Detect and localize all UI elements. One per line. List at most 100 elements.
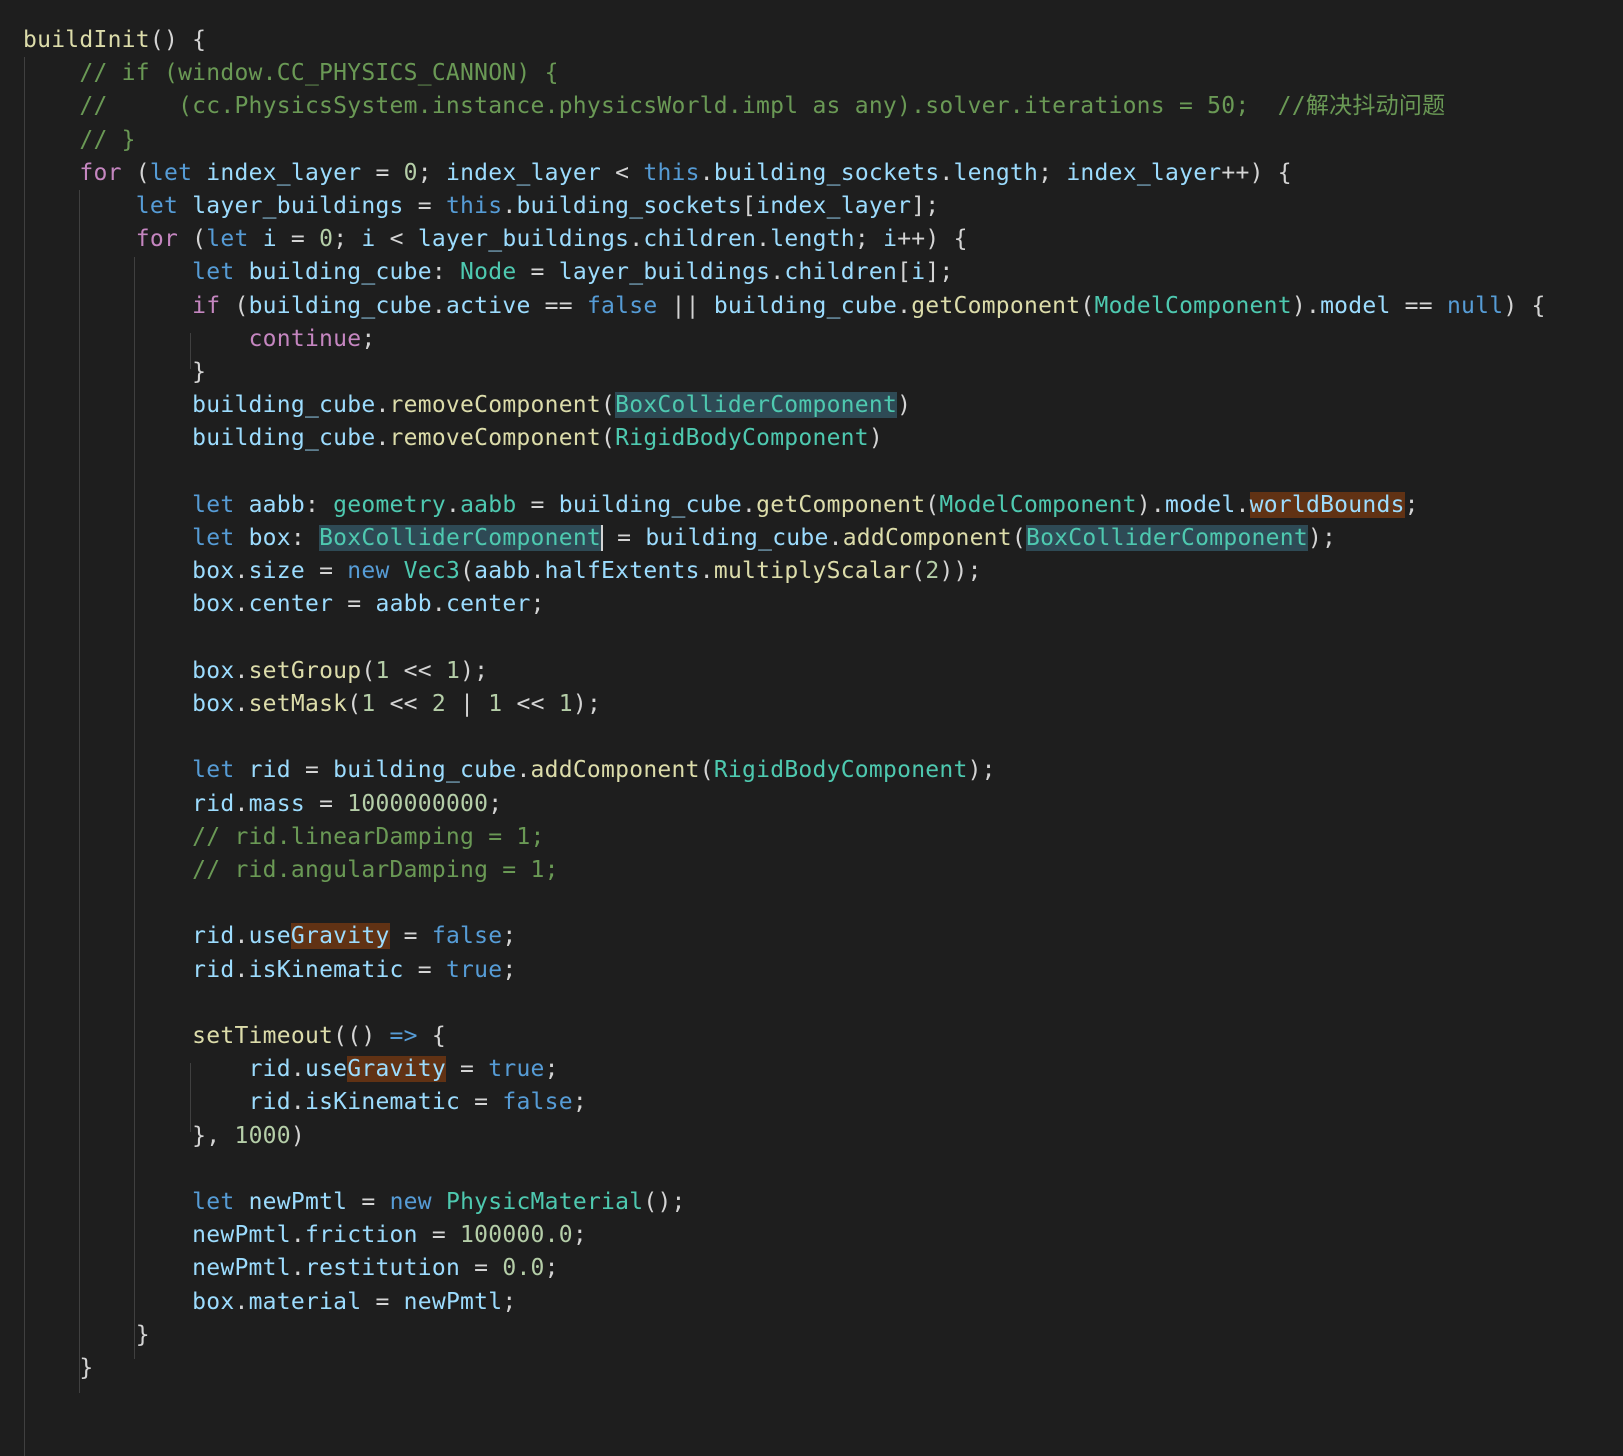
punctuation-token: . [234,956,249,983]
comment-token: // rid.angularDamping = 1; [192,857,559,883]
code-line[interactable]: rid.isKinematic = false; [0,1085,1623,1119]
punctuation-token: << [389,657,446,684]
code-line[interactable]: let newPmtl = new PhysicMaterial(); [0,1185,1623,1219]
code-line[interactable] [0,986,1623,1020]
code-line[interactable]: setTimeout(() => { [0,1019,1623,1053]
number-token: 100000.0 [460,1222,573,1249]
punctuation-token: ; [361,325,376,352]
storage-keyword-token: let [192,1189,235,1215]
identifier-token: building_cube [248,259,432,286]
identifier-token: rid [248,1089,291,1116]
code-line[interactable]: rid.isKinematic = true; [0,953,1623,987]
number-token: 1000000000 [347,790,489,817]
punctuation-token: ( [361,657,376,684]
identifier-token: use [248,923,291,950]
storage-keyword-token: let [192,259,235,286]
punctuation-token [23,60,79,86]
code-line[interactable]: let building_cube: Node = layer_building… [0,255,1623,289]
punctuation-token: : [304,491,334,518]
comment-token: // (cc.PhysicsSystem.instance.physicsWor… [79,93,1446,120]
code-line[interactable]: }, 1000) [0,1119,1623,1153]
code-line[interactable]: } [0,1351,1623,1385]
punctuation-token: . [234,591,249,618]
punctuation-token: . [742,491,757,518]
identifier-token: box [192,657,235,684]
identifier-token: friction [304,1222,418,1249]
punctuation-token: . [290,1089,305,1116]
code-line[interactable]: buildInit() { [0,23,1623,57]
punctuation-token [23,658,192,684]
punctuation-token: = [403,193,446,219]
storage-keyword-token: new [347,558,390,585]
identifier-token: active [445,292,531,319]
code-line[interactable]: continue; [0,322,1623,356]
identifier-token: building_sockets [713,159,940,186]
storage-keyword-token: let [192,525,235,551]
code-line[interactable]: // (cc.PhysicsSystem.instance.physicsWor… [0,89,1623,123]
code-line[interactable]: // if (window.CC_PHYSICS_CANNON) { [0,56,1623,90]
code-line[interactable]: } [0,1318,1623,1352]
type-token: RigidBodyComponent [615,425,869,452]
code-line[interactable]: rid.useGravity = false; [0,919,1623,953]
punctuation-token: ( [601,392,616,419]
punctuation-token: . [828,525,843,551]
code-line[interactable]: box.material = newPmtl; [0,1285,1623,1319]
punctuation-token: ); [572,691,602,717]
code-line[interactable]: box.setMask(1 << 2 | 1 << 1); [0,687,1623,721]
code-line[interactable]: let aabb: geometry.aabb = building_cube.… [0,488,1623,522]
code-line[interactable]: box.size = new Vec3(aabb.halfExtents.mul… [0,554,1623,588]
code-line[interactable]: if (building_cube.active == false || bui… [0,289,1623,323]
code-line[interactable]: box.setGroup(1 << 1); [0,654,1623,688]
identifier-token: i [361,226,376,253]
code-line[interactable]: box.center = aabb.center; [0,587,1623,621]
code-line[interactable]: for (let i = 0; i < layer_buildings.chil… [0,222,1623,256]
punctuation-token: = [276,226,320,253]
number-token: 1 [375,657,390,684]
punctuation-token [23,326,249,352]
code-line[interactable]: building_cube.removeComponent(BoxCollide… [0,388,1623,422]
punctuation-token: . [431,292,446,319]
number-token: 1 [488,691,503,717]
number-token: 1 [445,657,461,684]
punctuation-token: = [460,1255,503,1282]
code-line[interactable] [0,886,1623,920]
type-token: Node [460,259,517,286]
code-line[interactable]: } [0,355,1623,389]
keyword-token: continue [248,325,362,352]
function-token: setMask [248,691,348,717]
code-line[interactable]: newPmtl.restitution = 0.0; [0,1251,1623,1285]
punctuation-token: ). [1136,491,1165,518]
code-line[interactable]: let rid = building_cube.addComponent(Rig… [0,753,1623,787]
code-line[interactable]: building_cube.removeComponent(RigidBodyC… [0,421,1623,455]
code-line[interactable] [0,621,1623,655]
identifier-token: rid [248,1056,291,1083]
code-line[interactable]: // rid.angularDamping = 1; [0,853,1623,887]
code-editor[interactable]: buildInit() { // if (window.CC_PHYSICS_C… [0,0,1623,1456]
code-line[interactable]: let layer_buildings = this.building_sock… [0,189,1623,223]
punctuation-token [23,226,136,252]
punctuation-token: = [361,1288,404,1315]
code-line[interactable] [0,1384,1623,1418]
punctuation-token: } [23,1321,150,1348]
code-line[interactable] [0,720,1623,754]
code-line[interactable] [0,1152,1623,1186]
function-token: getComponent [756,491,926,518]
punctuation-token: . [290,1056,305,1083]
type-token: BoxColliderComponent [1025,525,1308,551]
punctuation-token: . [756,226,771,253]
punctuation-token: . [234,558,249,585]
code-line[interactable]: // } [0,123,1623,157]
code-line[interactable]: newPmtl.friction = 100000.0; [0,1218,1623,1252]
storage-keyword-token: let [149,159,193,186]
type-token: PhysicMaterial [445,1189,644,1215]
code-line[interactable] [0,455,1623,489]
punctuation-token [23,558,192,584]
code-line[interactable]: let box: BoxColliderComponent = building… [0,521,1623,555]
punctuation-token [23,1023,192,1049]
code-line[interactable]: // rid.linearDamping = 1; [0,820,1623,854]
code-line[interactable]: rid.useGravity = true; [0,1052,1623,1086]
code-line[interactable]: rid.mass = 1000000000; [0,787,1623,821]
punctuation-token [234,259,248,285]
code-line[interactable]: for (let index_layer = 0; index_layer < … [0,156,1623,190]
keyword-token: if [192,292,221,319]
